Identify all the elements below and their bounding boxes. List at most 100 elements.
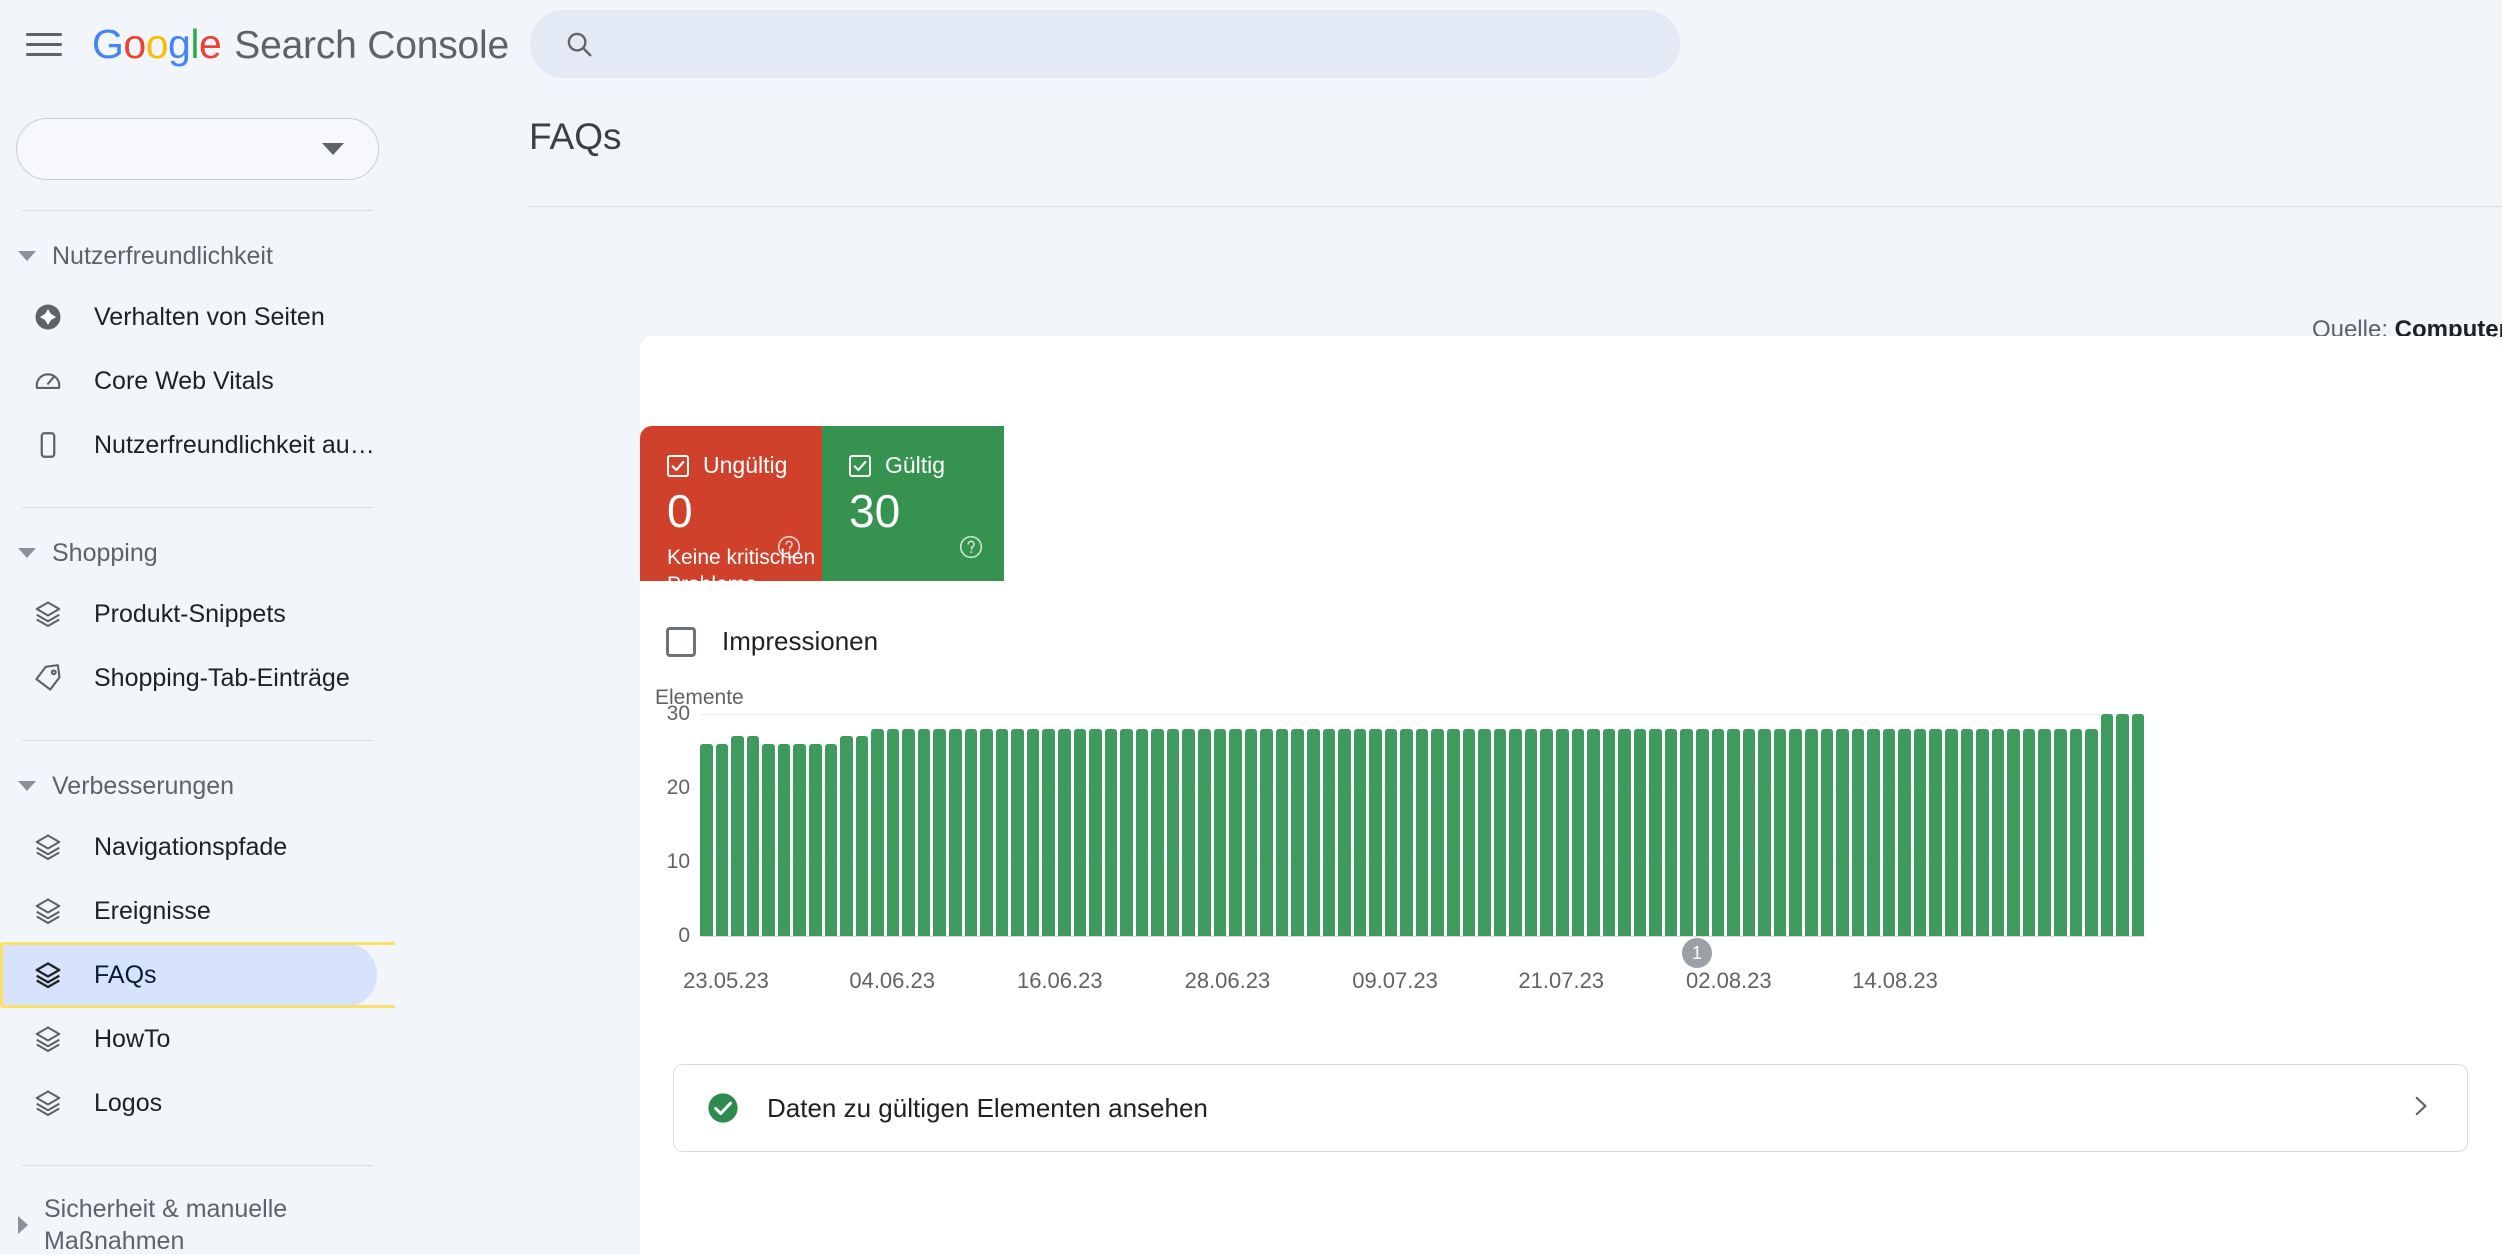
chart-bar[interactable] bbox=[1867, 728, 1880, 936]
chart-bar[interactable] bbox=[1742, 728, 1756, 936]
chart-bar[interactable] bbox=[1213, 728, 1227, 936]
chart-bar[interactable] bbox=[1789, 728, 1802, 936]
chart-bar[interactable] bbox=[840, 736, 853, 936]
chart-bar[interactable] bbox=[1104, 728, 1118, 936]
chart-bar[interactable] bbox=[1369, 728, 1382, 936]
status-tile-valid[interactable]: Gültig 30 bbox=[822, 426, 1004, 581]
chart-bar[interactable] bbox=[777, 743, 791, 936]
sidebar-section-nutzerfreundlichkeit[interactable]: Nutzerfreundlichkeit bbox=[0, 227, 395, 285]
chart-bar[interactable] bbox=[1773, 728, 1787, 936]
chart-bar[interactable] bbox=[1633, 728, 1647, 936]
chart-bar[interactable] bbox=[964, 728, 978, 936]
chart-bar[interactable] bbox=[1182, 728, 1195, 936]
chart-bar[interactable] bbox=[1198, 728, 1211, 936]
sidebar-item-nutzerfreundlichkeit-auf[interactable]: Nutzerfreundlichkeit au… bbox=[0, 413, 377, 477]
search-bar[interactable] bbox=[530, 10, 1680, 78]
chart-bar[interactable] bbox=[2085, 728, 2098, 936]
chart-bar[interactable] bbox=[1353, 728, 1367, 936]
chart-bar[interactable] bbox=[1820, 728, 1834, 936]
chart-bar[interactable] bbox=[1836, 728, 1849, 936]
help-circle-icon[interactable] bbox=[958, 534, 984, 565]
chart-bar[interactable] bbox=[1400, 728, 1413, 936]
chart-bar[interactable] bbox=[1727, 728, 1740, 936]
chart-bar[interactable] bbox=[1929, 728, 1942, 936]
chart-bar[interactable] bbox=[1618, 728, 1631, 936]
chart-bar[interactable] bbox=[1804, 728, 1818, 936]
chart-bar[interactable] bbox=[2007, 728, 2020, 936]
chart-bar[interactable] bbox=[1166, 728, 1180, 936]
chart-bar[interactable] bbox=[2053, 728, 2067, 936]
chart-bar[interactable] bbox=[762, 743, 775, 936]
sidebar-section-sicherheit-manuelle-massnahmen[interactable]: Sicherheit & manuelle Maßnahmen bbox=[0, 1182, 395, 1254]
chart-bar[interactable] bbox=[2038, 728, 2051, 936]
chart-bar[interactable] bbox=[1913, 728, 1927, 936]
chart-bar[interactable] bbox=[824, 743, 838, 936]
chart-bar[interactable] bbox=[1758, 728, 1771, 936]
chart-bar[interactable] bbox=[1524, 728, 1538, 936]
search-input[interactable] bbox=[616, 29, 1656, 59]
checkbox-checked-icon[interactable] bbox=[849, 454, 871, 477]
chart-bar[interactable] bbox=[1431, 728, 1444, 936]
chart-bar[interactable] bbox=[1991, 728, 2005, 936]
chart-bar[interactable] bbox=[1447, 728, 1460, 936]
chart-bar[interactable] bbox=[1057, 728, 1071, 936]
chart-bar[interactable] bbox=[700, 743, 713, 936]
chart-bar[interactable] bbox=[1260, 728, 1273, 936]
chart-bar[interactable] bbox=[1898, 728, 1911, 936]
checkbox-unchecked-icon[interactable] bbox=[666, 626, 696, 657]
chart-bar[interactable] bbox=[2131, 714, 2145, 936]
chart-bar[interactable] bbox=[995, 728, 1009, 936]
chart-bar[interactable] bbox=[1540, 728, 1553, 936]
checkbox-checked-icon[interactable] bbox=[667, 454, 689, 477]
chart-bar[interactable] bbox=[1882, 728, 1896, 936]
chart-bar[interactable] bbox=[2100, 714, 2114, 936]
impressions-toggle[interactable]: Impressionen bbox=[666, 626, 878, 657]
chart-bar[interactable] bbox=[1291, 728, 1304, 936]
sidebar-item-verhalten-von-seiten[interactable]: Verhalten von Seiten bbox=[0, 285, 377, 349]
chart-bar[interactable] bbox=[1338, 728, 1351, 936]
chart-bar[interactable] bbox=[1555, 728, 1569, 936]
chart-bar[interactable] bbox=[1135, 728, 1149, 936]
chart-bar[interactable] bbox=[2022, 728, 2036, 936]
chart-bar[interactable] bbox=[1244, 728, 1258, 936]
chart-bar[interactable] bbox=[886, 728, 900, 936]
chart-bar[interactable] bbox=[1042, 728, 1055, 936]
chart-bar[interactable] bbox=[1073, 728, 1087, 936]
sidebar-item-howto[interactable]: HowTo bbox=[0, 1007, 377, 1071]
chart-bar[interactable] bbox=[1945, 728, 1958, 936]
chart-bar[interactable] bbox=[1151, 728, 1164, 936]
help-circle-icon[interactable] bbox=[776, 534, 802, 565]
chart-bar[interactable] bbox=[1649, 728, 1662, 936]
chart-bar[interactable] bbox=[1711, 728, 1725, 936]
chart-bar[interactable] bbox=[2116, 714, 2129, 936]
chart-annotation-marker[interactable]: 1 bbox=[1682, 938, 1713, 968]
chart-bar[interactable] bbox=[1462, 728, 1476, 936]
sidebar-section-shopping[interactable]: Shopping bbox=[0, 524, 395, 582]
sidebar-item-faqs[interactable]: FAQs bbox=[0, 943, 377, 1007]
chart-bar[interactable] bbox=[1509, 728, 1522, 936]
chart-bar[interactable] bbox=[808, 743, 822, 936]
chart-bar[interactable] bbox=[1493, 728, 1507, 936]
chart-bar[interactable] bbox=[1306, 728, 1320, 936]
chart-bar[interactable] bbox=[855, 736, 869, 936]
chart-bar[interactable] bbox=[949, 728, 962, 936]
chart-bar[interactable] bbox=[917, 728, 931, 936]
sidebar-item-produkt-snippets[interactable]: Produkt-Snippets bbox=[0, 582, 377, 646]
chart-bar[interactable] bbox=[1602, 728, 1616, 936]
chart-bar[interactable] bbox=[1229, 728, 1242, 936]
property-selector[interactable] bbox=[16, 118, 379, 180]
sidebar-item-shopping-tab-eintraege[interactable]: Shopping-Tab-Einträge bbox=[0, 646, 377, 710]
chart-bar[interactable] bbox=[1415, 728, 1429, 936]
chart-bar[interactable] bbox=[1571, 728, 1585, 936]
chart-bar[interactable] bbox=[1011, 728, 1024, 936]
view-valid-items-link[interactable]: Daten zu gültigen Elementen ansehen bbox=[673, 1064, 2468, 1152]
chart-bar[interactable] bbox=[1587, 728, 1600, 936]
chart-bar[interactable] bbox=[1322, 728, 1336, 936]
chart-bar[interactable] bbox=[1851, 728, 1865, 936]
chart-bar[interactable] bbox=[980, 728, 993, 936]
status-tile-invalid[interactable]: Ungültig 0 Keine kritischen Probleme bbox=[640, 426, 822, 596]
sidebar-item-logos[interactable]: Logos bbox=[0, 1071, 377, 1135]
chart-bar[interactable] bbox=[746, 736, 760, 936]
chart-bar[interactable] bbox=[715, 743, 729, 936]
chart-bar[interactable] bbox=[793, 743, 806, 936]
